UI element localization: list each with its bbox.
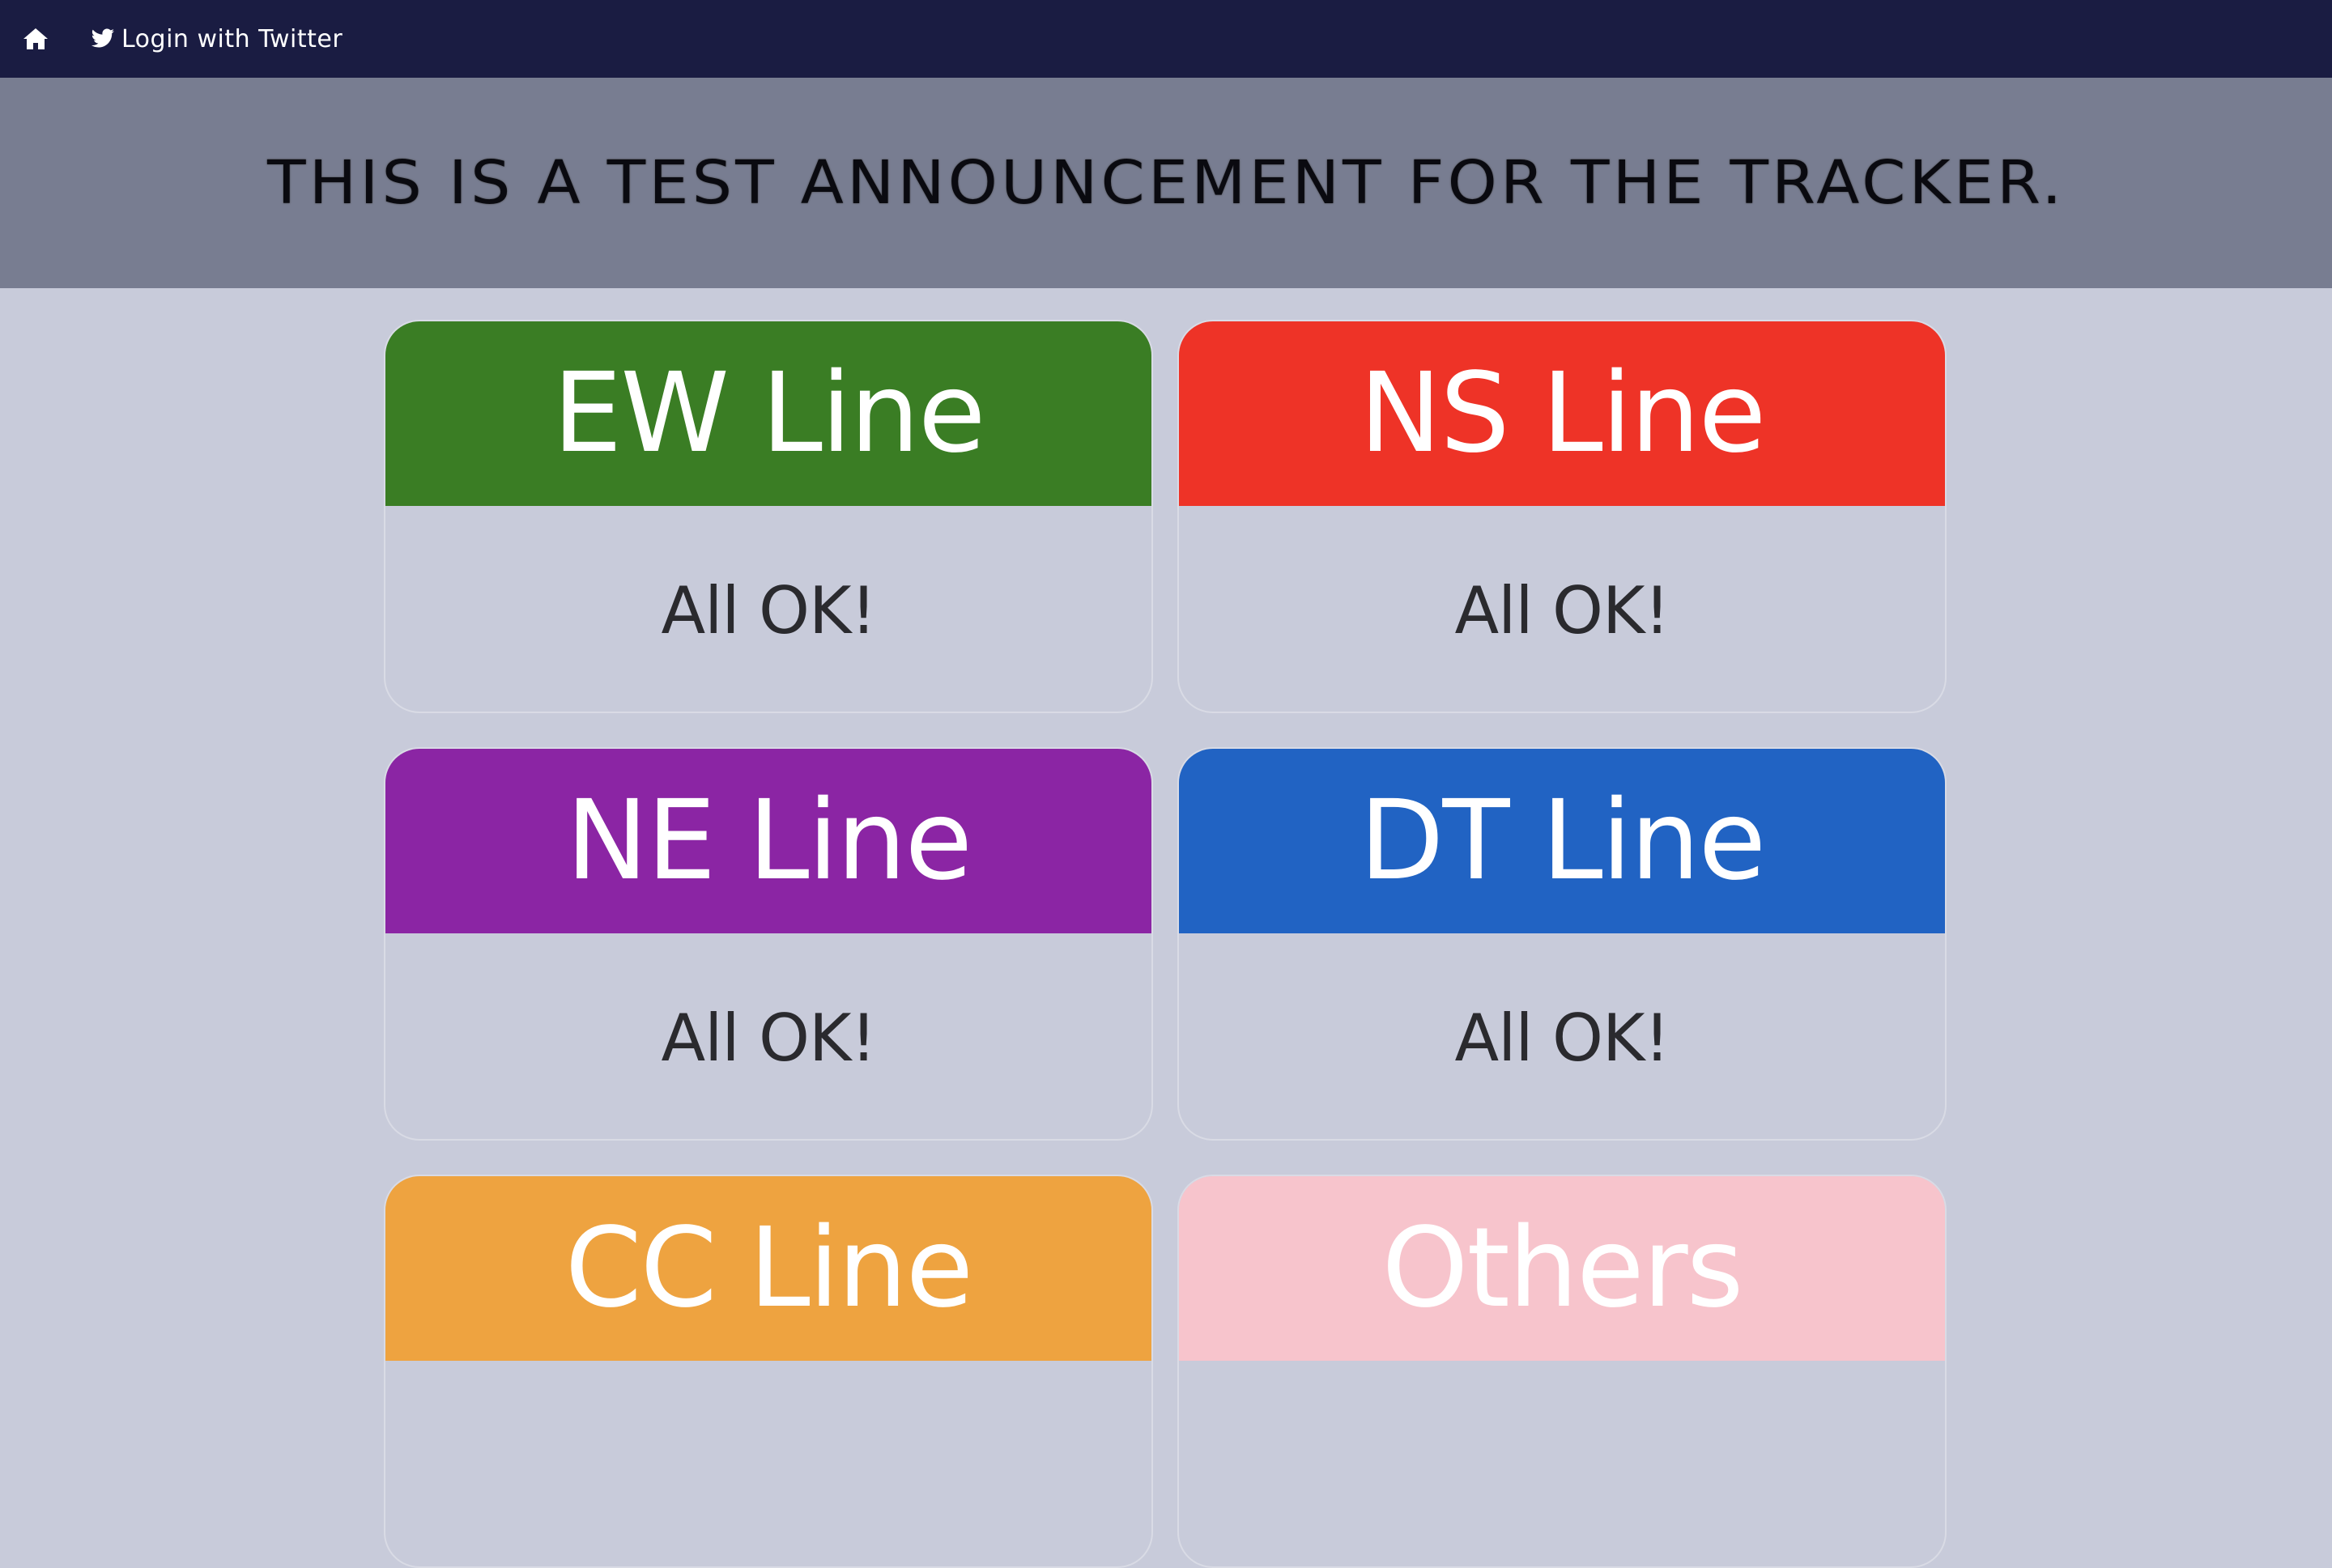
line-card-others[interactable]: Others <box>1177 1175 1947 1568</box>
line-card-header: NE Line <box>385 749 1151 933</box>
announcement-text: THIS IS A TEST ANNOUNCEMENT FOR THE TRAC… <box>266 148 2066 218</box>
line-card-header: EW Line <box>385 321 1151 506</box>
line-card-header: CC Line <box>385 1176 1151 1361</box>
line-status <box>385 1361 1151 1566</box>
line-card-header: NS Line <box>1179 321 1945 506</box>
line-card-header: DT Line <box>1179 749 1945 933</box>
line-status <box>1179 1361 1945 1566</box>
top-navbar: Login with Twitter <box>0 0 2332 78</box>
line-card-header: Others <box>1179 1176 1945 1361</box>
line-status: All OK! <box>1454 572 1670 648</box>
line-card-ew[interactable]: EW Line All OK! <box>384 320 1153 713</box>
login-label: Login with Twitter <box>121 24 343 53</box>
line-status: All OK! <box>661 572 876 648</box>
line-card-ns[interactable]: NS Line All OK! <box>1177 320 1947 713</box>
announcement-banner: THIS IS A TEST ANNOUNCEMENT FOR THE TRAC… <box>0 78 2332 288</box>
login-with-twitter-link[interactable]: Login with Twitter <box>91 25 343 53</box>
line-card-ne[interactable]: NE Line All OK! <box>384 747 1153 1141</box>
line-card-dt[interactable]: DT Line All OK! <box>1177 747 1947 1141</box>
line-status: All OK! <box>661 1000 876 1076</box>
line-card-cc[interactable]: CC Line <box>384 1175 1153 1568</box>
home-icon <box>23 28 48 49</box>
twitter-icon <box>91 28 117 50</box>
line-status: All OK! <box>1454 1000 1670 1076</box>
home-button[interactable] <box>22 27 49 51</box>
